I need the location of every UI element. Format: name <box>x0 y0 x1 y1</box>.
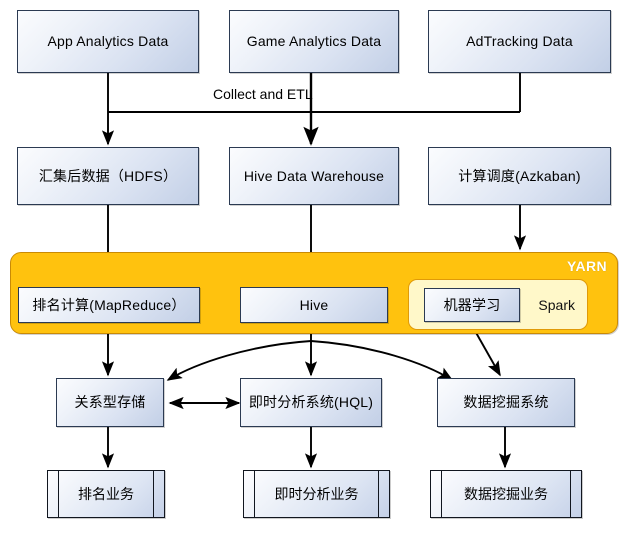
node-label: 汇集后数据（HDFS） <box>38 167 178 184</box>
node-game-analytics-data[interactable]: Game Analytics Data <box>229 10 399 73</box>
node-ranking-business[interactable]: 排名业务 <box>47 470 165 518</box>
process-bar-right <box>153 471 154 517</box>
node-label: 数据挖掘系统 <box>463 394 549 411</box>
node-label: Game Analytics Data <box>246 33 382 50</box>
process-bar-right <box>378 471 379 517</box>
process-bar-left <box>254 471 255 517</box>
node-label: 即时分析业务 <box>274 486 359 502</box>
node-data-mining-system[interactable]: 数据挖掘系统 <box>437 378 575 427</box>
node-realtime-analysis[interactable]: 即时分析系统(HQL) <box>240 378 382 427</box>
node-label: 计算调度(Azkaban) <box>458 167 581 184</box>
node-label: App Analytics Data <box>47 33 169 50</box>
node-mapreduce[interactable]: 排名计算(MapReduce） <box>18 287 200 323</box>
node-hdfs[interactable]: 汇集后数据（HDFS） <box>17 147 199 205</box>
node-label: 排名业务 <box>78 486 134 502</box>
node-data-mining-business[interactable]: 数据挖掘业务 <box>430 470 582 518</box>
edge-label-collect-and-etl: Collect and ETL <box>213 86 313 102</box>
edge-hive-arc-to-relational <box>166 340 312 381</box>
process-bar-left <box>58 471 59 517</box>
yarn-label: YARN <box>567 258 607 274</box>
node-label: Hive <box>299 296 329 313</box>
node-label: 排名计算(MapReduce） <box>32 296 186 313</box>
node-label: 关系型存储 <box>74 394 146 411</box>
node-machine-learning[interactable]: 机器学习 <box>424 288 520 322</box>
diagram-canvas: App Analytics Data Game Analytics Data A… <box>0 0 628 533</box>
process-bar-right <box>570 471 571 517</box>
node-label: AdTracking Data <box>466 33 573 50</box>
node-label: 机器学习 <box>443 296 501 313</box>
edge-hive-arc-to-mining <box>310 340 454 381</box>
node-relational-storage[interactable]: 关系型存储 <box>56 378 164 427</box>
node-realtime-analysis-business[interactable]: 即时分析业务 <box>243 470 390 518</box>
node-adtracking-data[interactable]: AdTracking Data <box>428 10 611 73</box>
node-label: Hive Data Warehouse <box>243 167 385 184</box>
node-azkaban[interactable]: 计算调度(Azkaban) <box>428 147 611 205</box>
node-hive-data-warehouse[interactable]: Hive Data Warehouse <box>229 147 399 205</box>
process-bar-left <box>441 471 442 517</box>
spark-label: Spark <box>538 296 575 313</box>
node-hive-engine[interactable]: Hive <box>240 287 388 323</box>
node-label: 数据挖掘业务 <box>464 486 548 502</box>
node-label: 即时分析系统(HQL) <box>248 394 374 411</box>
collect-etl-text: Collect and ETL <box>213 86 313 102</box>
node-app-analytics-data[interactable]: App Analytics Data <box>17 10 199 73</box>
